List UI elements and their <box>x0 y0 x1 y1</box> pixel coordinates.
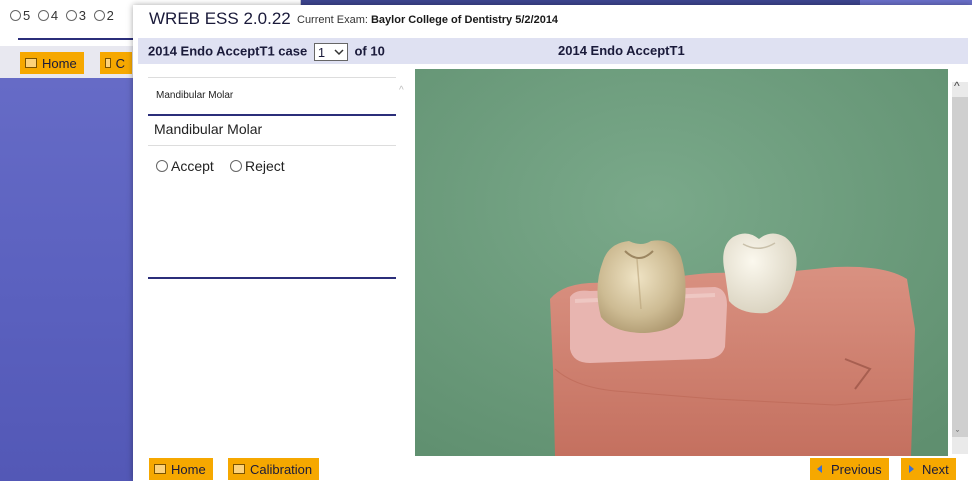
background-home-button[interactable]: Home <box>20 52 84 74</box>
arrow-left-icon <box>817 465 822 473</box>
left-panel: Mandibular Molar Mandibular Molar Accept… <box>148 77 396 282</box>
app-title: WREB ESS 2.0.22 <box>149 9 291 28</box>
background-calibration-button[interactable]: C <box>100 52 132 74</box>
calibration-button[interactable]: Calibration <box>228 458 320 480</box>
current-exam-label: Current Exam: <box>297 14 368 26</box>
main-window: WREB ESS 2.0.22 Current Exam: Baylor Col… <box>133 5 972 481</box>
background-radio-group: 5 4 3 2 <box>10 8 118 24</box>
current-exam: Current Exam: Baylor College of Dentistr… <box>297 14 558 26</box>
arrow-right-icon <box>909 465 914 473</box>
scroll-up-icon[interactable]: ^ <box>954 79 960 93</box>
case-of-label: of 10 <box>354 43 385 59</box>
reject-radio[interactable]: Reject <box>230 158 285 174</box>
tooth-model-photo <box>415 69 948 456</box>
radio-circle-icon <box>156 160 168 172</box>
picture-icon <box>25 58 37 68</box>
accept-radio[interactable]: Accept <box>156 158 214 174</box>
previous-button[interactable]: Previous <box>810 458 889 480</box>
case-selector-label: 2014 Endo AcceptT1 case 1 of 10 <box>148 43 385 61</box>
chevron-down-icon <box>334 49 344 56</box>
reject-label: Reject <box>245 158 285 174</box>
case-photo <box>415 69 948 456</box>
divider <box>148 145 396 146</box>
radio-circle-icon <box>230 160 242 172</box>
background-radio-2[interactable]: 2 <box>93 8 114 23</box>
case-prefix: 2014 Endo AcceptT1 case <box>148 43 308 59</box>
case-title: 2014 Endo AcceptT1 <box>558 43 685 58</box>
background-radio-3[interactable]: 3 <box>65 8 86 23</box>
picture-icon <box>233 464 245 474</box>
radio-circle-icon <box>37 10 49 21</box>
case-select-value: 1 <box>317 44 326 60</box>
current-exam-value: Baylor College of Dentistry 5/2/2014 <box>370 14 559 26</box>
tooth-name: Mandibular Molar <box>154 121 263 137</box>
next-button[interactable]: Next <box>901 458 956 480</box>
case-select[interactable]: 1 <box>313 43 348 61</box>
left-panel-bottom-border <box>148 277 396 279</box>
radio-circle-icon <box>65 10 77 21</box>
home-button[interactable]: Home <box>149 458 213 480</box>
footer-bar: Home Calibration Previous Next <box>133 456 972 481</box>
accept-label: Accept <box>171 158 214 174</box>
picture-icon <box>105 58 111 68</box>
tooth-header: Mandibular Molar <box>148 77 396 116</box>
case-bar: 2014 Endo AcceptT1 case 1 of 10 2014 End… <box>138 38 968 64</box>
tooth-header-label: Mandibular Molar <box>156 90 234 101</box>
radio-circle-icon <box>10 10 21 21</box>
image-scrollbar-thumb[interactable] <box>952 97 968 437</box>
background-radio-4[interactable]: 4 <box>37 8 58 23</box>
left-panel-scroll-up-icon[interactable]: ^ <box>399 85 404 96</box>
scroll-down-icon[interactable]: ˇ <box>956 429 959 439</box>
picture-icon <box>154 464 166 474</box>
background-radio-5[interactable]: 5 <box>10 8 30 23</box>
title-bar: WREB ESS 2.0.22 Current Exam: Baylor Col… <box>133 5 972 38</box>
radio-circle-icon <box>93 10 105 21</box>
